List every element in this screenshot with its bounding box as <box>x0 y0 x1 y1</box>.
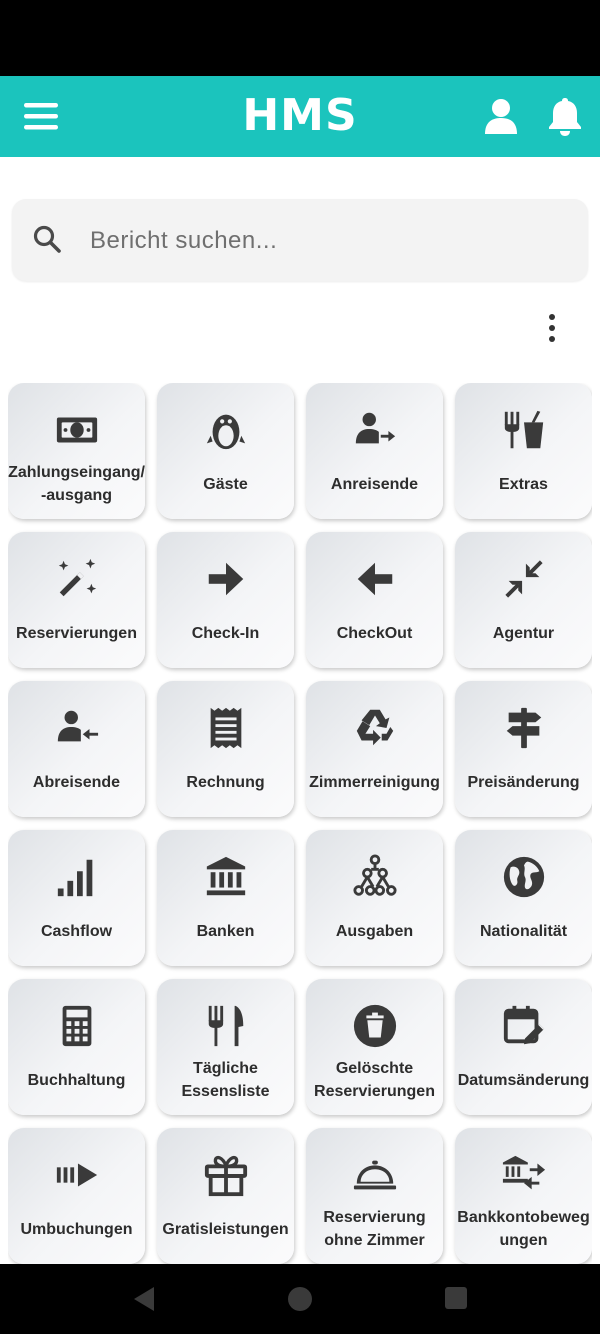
tile-expenses[interactable]: Ausgaben <box>306 830 443 966</box>
room-service-icon <box>353 1160 396 1190</box>
tile-label: Check-In <box>191 624 260 642</box>
tile-label: Zahlungseingang/ -ausgang <box>8 464 145 504</box>
tile-label: Abreisende <box>32 773 121 791</box>
tile-payments[interactable]: Zahlungseingang/ -ausgang <box>8 383 145 519</box>
tile-label: Rechnung <box>186 773 265 791</box>
tile-label: Gelöschte Reservierungen <box>314 1060 435 1100</box>
tile-label: Nationalität <box>479 922 568 940</box>
system-nav-bar <box>0 1264 600 1334</box>
tile-label: Reservierungen <box>16 624 137 642</box>
utensils-drink-icon <box>504 410 543 449</box>
arrow-right-icon <box>208 562 243 596</box>
tile-accounting[interactable]: Buchhaltung <box>8 979 145 1115</box>
magic-wand-icon <box>58 558 96 597</box>
tile-label: Banken <box>196 922 255 940</box>
transfer-arrow-icon <box>56 1163 97 1187</box>
sitemap-icon <box>352 854 397 896</box>
globe-icon <box>503 856 544 898</box>
money-bill-icon <box>56 417 97 443</box>
tile-check-in[interactable]: Check-In <box>157 532 294 668</box>
tile-label: Gratisleistungen <box>162 1220 289 1238</box>
tile-banks[interactable]: Banken <box>157 830 294 966</box>
tile-label: Tägliche Essensliste <box>181 1060 270 1100</box>
more-options-icon[interactable] <box>538 312 566 344</box>
tile-label: Gäste <box>203 475 248 493</box>
tile-invoice[interactable]: Rechnung <box>157 681 294 817</box>
tile-price-change[interactable]: Preisänderung <box>455 681 592 817</box>
tile-rebookings[interactable]: Umbuchungen <box>8 1128 145 1264</box>
recents-icon[interactable] <box>444 1286 468 1310</box>
user-arrow-left-icon <box>57 710 98 742</box>
tile-label: Anreisende <box>330 475 419 493</box>
tile-bank-transactions[interactable]: Bankkontobeweg ungen <box>455 1128 592 1264</box>
tile-label: Umbuchungen <box>20 1220 133 1238</box>
arrow-left-icon <box>357 562 392 596</box>
home-icon[interactable] <box>287 1286 313 1312</box>
tile-label: Cashflow <box>40 922 113 940</box>
bank-icon <box>206 856 245 896</box>
tile-guests[interactable]: Gäste <box>157 383 294 519</box>
tile-nationality[interactable]: Nationalität <box>455 830 592 966</box>
compress-arrows-icon <box>504 560 543 598</box>
tile-extras[interactable]: Extras <box>455 383 592 519</box>
search-icon <box>33 225 61 253</box>
tile-agency[interactable]: Agentur <box>455 532 592 668</box>
user-icon[interactable] <box>484 98 518 134</box>
tile-reservation-without-room[interactable]: Reservierung ohne Zimmer <box>306 1128 443 1264</box>
tile-free-services[interactable]: Gratisleistungen <box>157 1128 294 1264</box>
back-icon[interactable] <box>132 1286 156 1312</box>
signal-bars-icon <box>57 859 92 897</box>
tile-cashflow[interactable]: Cashflow <box>8 830 145 966</box>
tile-housekeeping[interactable]: Zimmerreinigung <box>306 681 443 817</box>
signpost-icon <box>506 707 541 749</box>
tile-daily-meals[interactable]: Tägliche Essensliste <box>157 979 294 1115</box>
tile-date-change[interactable]: Datumsänderung <box>455 979 592 1115</box>
trash-circle-icon <box>353 1004 396 1048</box>
gift-icon <box>204 1155 247 1197</box>
tile-label: Bankkontobeweg ungen <box>457 1209 590 1249</box>
tile-label: Datumsänderung <box>457 1071 590 1089</box>
receipt-icon <box>210 707 241 749</box>
tile-label: Zimmerreinigung <box>309 773 440 791</box>
calendar-edit-icon <box>503 1005 544 1045</box>
tile-arrivals[interactable]: Anreisende <box>306 383 443 519</box>
fork-knife-icon <box>208 1005 243 1047</box>
tile-label: Extras <box>499 475 548 493</box>
penguin-icon <box>206 414 245 450</box>
tile-label: CheckOut <box>336 624 413 642</box>
tile-departures[interactable]: Abreisende <box>8 681 145 817</box>
user-arrow-right-icon <box>355 412 395 444</box>
tile-checkout[interactable]: CheckOut <box>306 532 443 668</box>
tile-label: Ausgaben <box>335 922 414 940</box>
report-grid: Zahlungseingang/ -ausgang Gäste Anreisen… <box>8 383 592 1264</box>
tile-label: Agentur <box>492 624 555 642</box>
calculator-icon <box>62 1005 91 1047</box>
app-bar: HMS <box>0 76 600 157</box>
search-bar <box>12 199 588 281</box>
recycle-icon <box>356 709 393 746</box>
tile-label: Buchhaltung <box>27 1071 126 1089</box>
tile-label: Reservierung ohne Zimmer <box>323 1209 426 1249</box>
status-bar <box>0 0 600 76</box>
bank-transfer-icon <box>502 1155 545 1190</box>
tile-reservations[interactable]: Reservierungen <box>8 532 145 668</box>
tile-deleted-reservations[interactable]: Gelöschte Reservierungen <box>306 979 443 1115</box>
search-input[interactable] <box>88 219 572 263</box>
bell-icon[interactable] <box>546 96 584 136</box>
tile-label: Preisänderung <box>467 773 580 791</box>
